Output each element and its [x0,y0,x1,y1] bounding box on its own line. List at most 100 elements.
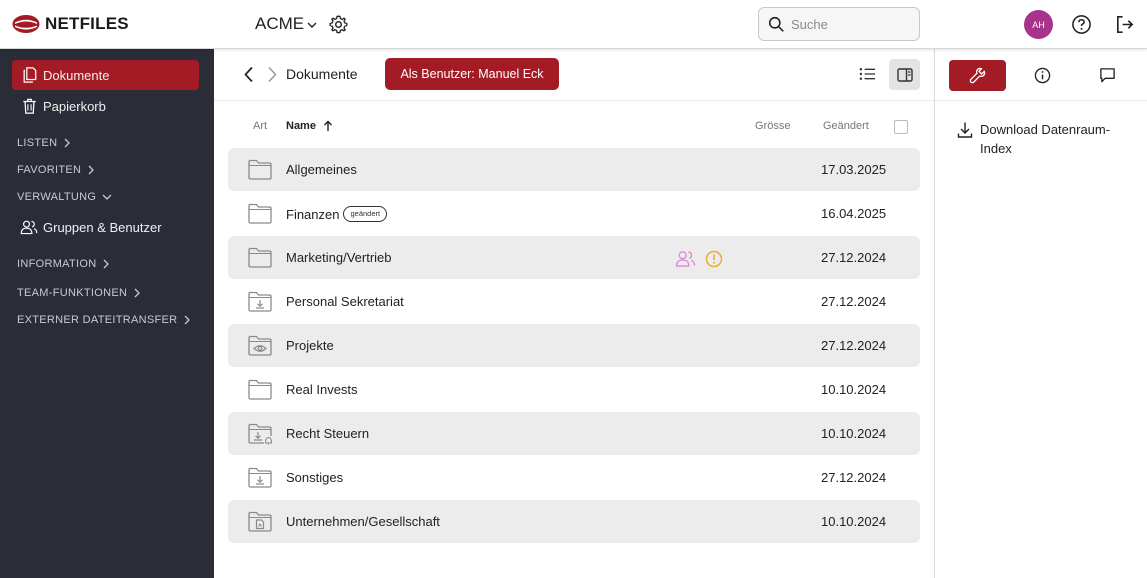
table-row[interactable]: Unternehmen/Gesellschaft 10.10.2024 [228,500,920,543]
search-input[interactable] [791,16,911,32]
file-name: Projekte [286,338,334,353]
top-bar: NETFILES ACME AH [0,0,1147,49]
folder-eye-icon [248,335,272,361]
chevron-left-icon [244,66,253,83]
chevron-down-icon [102,193,112,201]
sidebar-item-label: Dokumente [43,67,110,83]
section-label: TEAM-FUNKTIONEN [17,287,128,299]
table-row[interactable]: Finanzen geändert 16.04.2025 [228,192,920,235]
download-icon [957,122,973,138]
column-header-modified[interactable]: Geändert [823,120,869,132]
folder-icon [248,247,272,273]
chevron-down-icon [307,22,317,28]
search-box[interactable] [758,7,920,41]
table-row[interactable]: Real Invests 10.10.2024 [228,368,920,411]
sidebar-section-lists[interactable]: LISTEN [17,137,71,149]
table-row[interactable]: Recht Steuern 10.10.2024 [228,412,920,455]
sidebar: Dokumente Papierkorb LISTEN FAVORITEN VE… [0,49,214,578]
table-row[interactable]: Allgemeines 17.03.2025 [228,148,920,191]
table-row[interactable]: Sonstiges 27.12.2024 [228,456,920,499]
chevron-right-icon [87,165,95,175]
documents-icon [20,67,38,83]
help-icon [1072,15,1091,34]
modified-date: 17.03.2025 [821,162,887,177]
column-header-size[interactable]: Grösse [755,120,790,132]
act-as-user-button[interactable]: Als Benutzer: Manuel Eck [385,58,559,90]
warning-icon[interactable] [705,250,723,273]
modified-date: 27.12.2024 [821,470,887,485]
modified-date: 10.10.2024 [821,426,887,441]
tab-info[interactable] [1014,60,1071,91]
avatar[interactable]: AH [1024,10,1053,39]
section-label: VERWALTUNG [17,191,97,203]
modified-date: 27.12.2024 [821,338,887,353]
wrench-icon [969,67,986,84]
details-panel-tabs [935,49,1147,101]
sidebar-section-administration[interactable]: VERWALTUNG [17,191,112,203]
column-header-label: Name [286,120,316,132]
sidebar-section-favorites[interactable]: FAVORITEN [17,164,95,176]
folder-download-icon [248,291,272,317]
sidebar-section-external-transfer[interactable]: EXTERNER DATEITRANSFER [17,314,191,326]
table-row[interactable]: Marketing/Vertrieb 27.12.2024 [228,236,920,279]
tenant-name: ACME [255,14,305,33]
trash-icon [20,98,38,114]
folder-download-bell-icon [248,423,274,450]
settings-button[interactable] [328,14,349,40]
search-icon [768,16,784,32]
sidebar-item-label: Gruppen & Benutzer [43,219,162,235]
main-content: Dokumente Als Benutzer: Manuel Eck Art N… [214,49,934,578]
logout-button[interactable] [1114,14,1135,40]
sidebar-section-information[interactable]: INFORMATION [17,258,110,270]
chevron-right-icon [133,288,141,298]
back-button[interactable] [242,66,256,88]
sidebar-section-team-functions[interactable]: TEAM-FUNKTIONEN [17,287,141,299]
list-icon [859,68,875,80]
table-row[interactable]: Projekte 27.12.2024 [228,324,920,367]
table-header: Art Name Grösse Geändert [228,111,920,141]
download-index-link[interactable]: Download Datenraum-Index [957,120,1130,158]
help-button[interactable] [1071,14,1092,40]
section-label: EXTERNER DATEITRANSFER [17,314,178,326]
breadcrumb[interactable]: Dokumente [286,66,358,82]
sidebar-item-documents[interactable]: Dokumente [12,60,199,90]
file-name: Real Invests [286,382,358,397]
folder-icon [248,203,272,229]
content-toolbar: Dokumente Als Benutzer: Manuel Eck [214,49,934,101]
gear-icon [329,15,348,34]
column-header-type[interactable]: Art [253,120,267,132]
list-view-button[interactable] [855,62,879,86]
select-all-checkbox[interactable] [894,120,908,134]
forward-button[interactable] [265,66,279,88]
table-row[interactable]: Personal Sekretariat 27.12.2024 [228,280,920,323]
chevron-right-icon [268,66,277,83]
file-list: Allgemeines 17.03.2025 Finanzen geändert… [228,148,920,544]
users-icon[interactable] [675,250,696,272]
sidebar-item-trash[interactable]: Papierkorb [12,91,199,121]
netfiles-logo-icon [12,15,40,33]
folder-document-icon [248,511,272,537]
folder-download-icon [248,467,272,493]
info-icon [1034,67,1051,84]
sidebar-item-groups-users[interactable]: Gruppen & Benutzer [12,212,199,242]
modified-date: 16.04.2025 [821,206,887,221]
modified-date: 27.12.2024 [821,294,887,309]
tab-comments[interactable] [1079,60,1136,91]
logo-text: NETFILES [45,14,129,33]
section-label: FAVORITEN [17,164,82,176]
details-panel-toggle[interactable] [889,59,920,90]
column-header-name[interactable]: Name [286,120,334,132]
modified-date: 10.10.2024 [821,514,887,529]
users-icon [20,219,38,235]
file-name: Personal Sekretariat [286,294,404,309]
section-label: LISTEN [17,137,58,149]
tab-tools[interactable] [949,60,1006,91]
file-name: Allgemeines [286,162,357,177]
file-name: Marketing/Vertrieb [286,250,392,265]
app-logo[interactable]: NETFILES [12,13,129,35]
tenant-switcher[interactable]: ACME [255,14,318,34]
comment-icon [1100,68,1115,83]
side-panel-icon [896,67,913,82]
folder-icon [248,159,272,185]
file-name: Finanzen [286,206,340,222]
